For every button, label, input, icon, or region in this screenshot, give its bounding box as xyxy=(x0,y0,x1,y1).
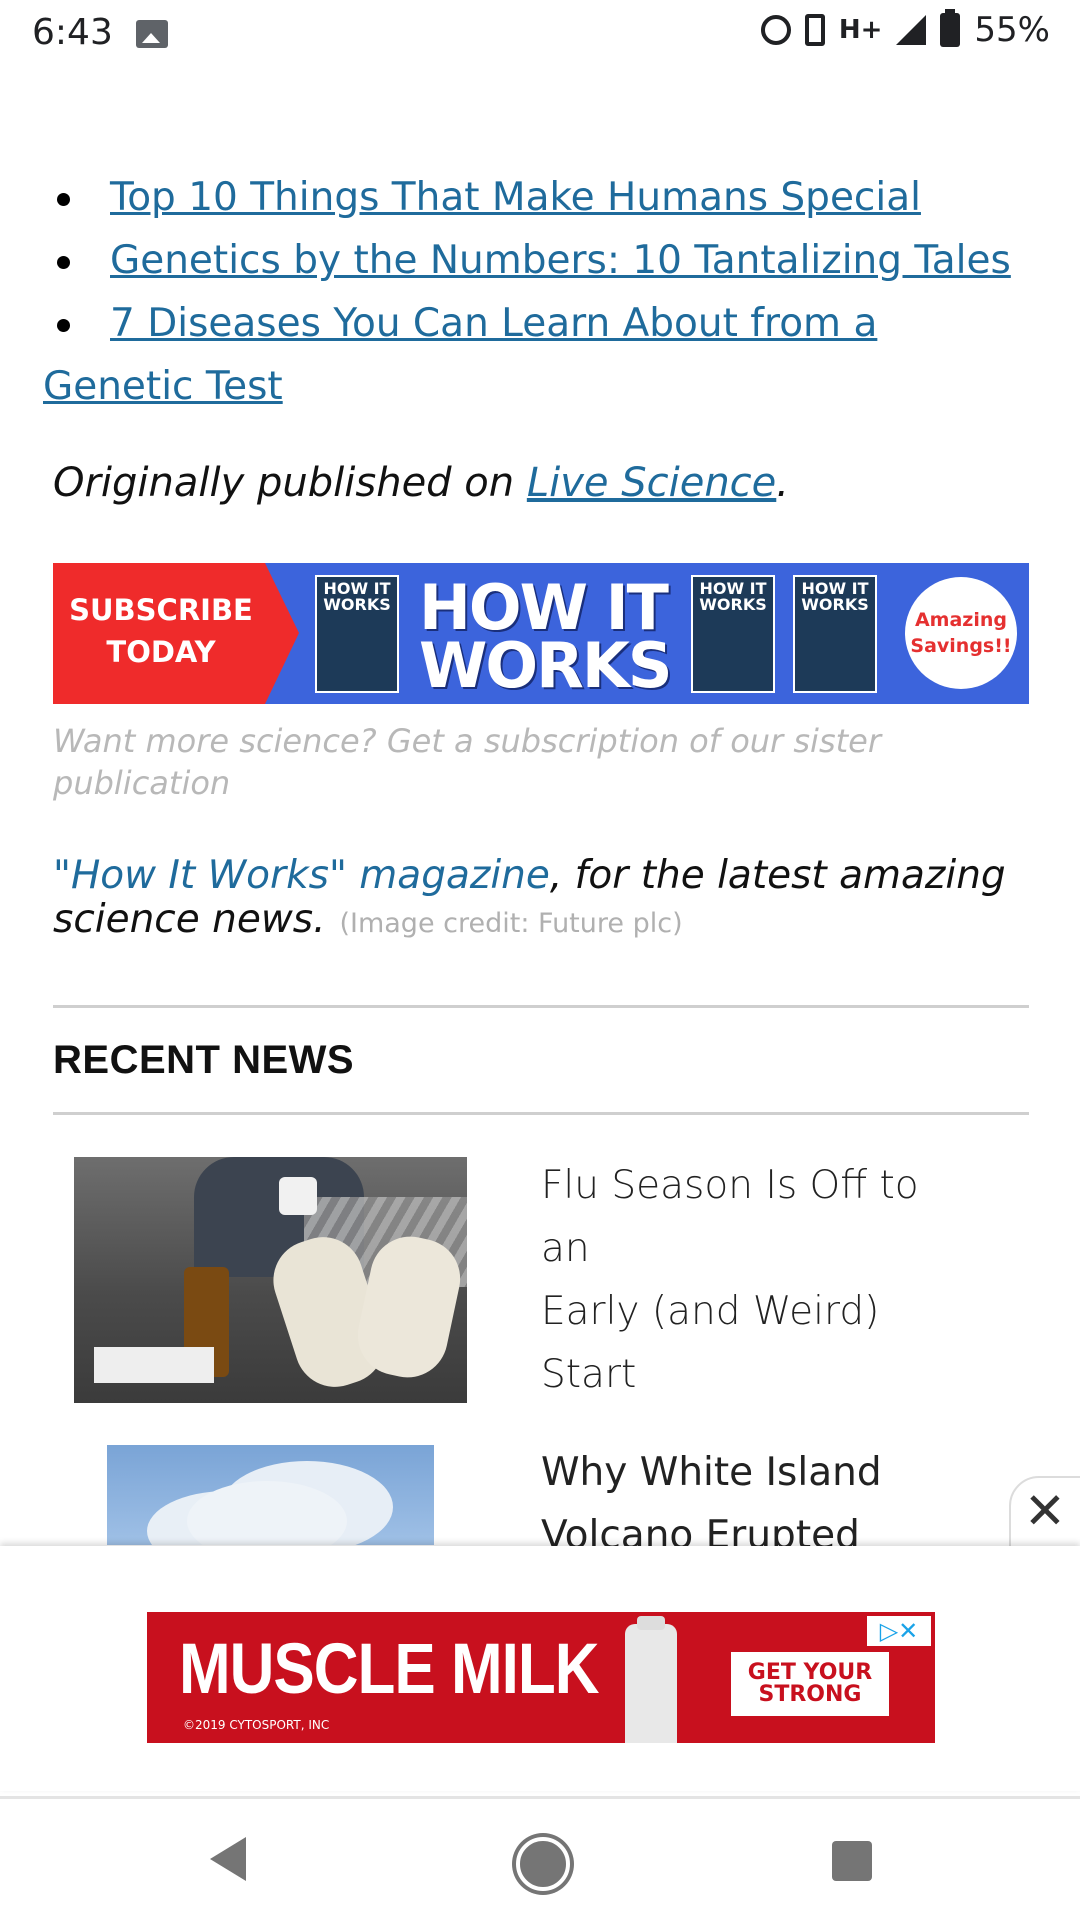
badge-line1: Amazing xyxy=(914,609,1007,631)
recents-icon[interactable] xyxy=(832,1841,872,1881)
cover-label: HOW IT WORKS xyxy=(801,579,869,614)
news-title-line: Early (and Weird) Start xyxy=(541,1289,880,1397)
divider xyxy=(53,1005,1029,1008)
magazine-cover: HOW IT WORKS xyxy=(793,575,877,693)
close-ad-button[interactable]: ✕ xyxy=(1009,1476,1080,1548)
news-title-flu[interactable]: Flu Season Is Off to an Early (and Weird… xyxy=(541,1154,971,1406)
related-links-list: Top 10 Things That Make Humans Special G… xyxy=(43,166,1029,418)
thumb-tissue xyxy=(94,1347,214,1383)
how-it-works-logo: HOW IT WORKS xyxy=(419,577,673,702)
battery-percent: 55% xyxy=(974,10,1050,50)
caption-rest2: science news. xyxy=(53,897,326,942)
alarm-icon xyxy=(760,15,791,45)
thumb-cloud xyxy=(187,1481,347,1545)
cover-label: HOW IT WORKS xyxy=(323,579,391,614)
subscribe-line2: TODAY xyxy=(106,635,216,669)
subscribe-today-label: SUBSCRIBE TODAY xyxy=(63,589,259,673)
battery-icon xyxy=(940,9,961,47)
news-title-line: Why White Island xyxy=(541,1450,882,1495)
divider xyxy=(53,1112,1029,1115)
live-science-link[interactable]: Live Science xyxy=(527,460,776,506)
caption-rest1: , for the latest amazing xyxy=(549,853,1006,898)
status-bar: 6:43 H+ 55% xyxy=(0,0,1080,66)
magazine-cover: HOW IT WORKS xyxy=(315,575,399,693)
origin-note: Originally published on Live Science. xyxy=(53,460,1029,506)
ad-small-print: ©2019 CYTOSPORT, INC xyxy=(183,1718,330,1732)
home-icon[interactable] xyxy=(516,1837,570,1891)
amazing-savings-badge: Amazing Savings!! xyxy=(905,577,1017,689)
status-icons: H+ 55% xyxy=(760,9,1050,50)
bullet-icon xyxy=(57,256,70,269)
list-item: 7 Diseases You Can Learn About from a xyxy=(53,292,1029,355)
badge-line2: Savings!! xyxy=(910,635,1012,657)
list-item-continuation: Genetic Test xyxy=(43,355,1029,418)
logo-line2: WORKS xyxy=(419,629,673,702)
ad-bottle-image xyxy=(625,1616,677,1743)
status-time: 6:43 xyxy=(32,12,113,53)
back-icon[interactable] xyxy=(210,1837,246,1881)
origin-suffix: . xyxy=(776,460,789,506)
vibrate-icon xyxy=(804,14,825,46)
origin-prefix: Originally published on xyxy=(53,460,527,506)
subscribe-banner[interactable]: SUBSCRIBE TODAY HOW IT WORKS HOW IT WORK… xyxy=(53,563,1029,704)
bullet-icon xyxy=(57,319,70,332)
flu-news-thumbnail[interactable] xyxy=(74,1157,467,1403)
list-item: Genetics by the Numbers: 10 Tantalizing … xyxy=(53,229,1029,292)
related-link-diseases-cont[interactable]: Genetic Test xyxy=(43,364,283,409)
related-link-diseases[interactable]: 7 Diseases You Can Learn About from a xyxy=(110,301,877,346)
network-type: H+ xyxy=(838,15,883,45)
caption-line2: publication xyxy=(53,764,231,802)
image-notification-icon xyxy=(136,20,168,48)
system-nav-bar xyxy=(0,1796,1080,1923)
cover-label: HOW IT WORKS xyxy=(699,579,767,614)
banner-arrow xyxy=(265,563,299,704)
subscribe-line1: SUBSCRIBE xyxy=(69,593,253,627)
image-credit: (Image credit: Future plc) xyxy=(339,908,683,939)
ad-cta-button[interactable]: GET YOUR STRONG xyxy=(731,1652,889,1716)
magazine-caption: "How It Works" magazine, for the latest … xyxy=(53,854,1033,946)
signal-icon xyxy=(896,15,927,45)
news-title-line: Flu Season Is Off to an xyxy=(541,1163,919,1271)
recent-news-heading: RECENT NEWS xyxy=(53,1038,355,1082)
related-link-genetics-numbers[interactable]: Genetics by the Numbers: 10 Tantalizing … xyxy=(110,238,1011,283)
magazine-cover: HOW IT WORKS xyxy=(691,575,775,693)
list-item: Top 10 Things That Make Humans Special xyxy=(53,166,1029,229)
thumb-mug xyxy=(279,1177,317,1215)
caption-line1: Want more science? Get a subscription of… xyxy=(53,722,881,760)
adchoices-icon[interactable]: ▷✕ xyxy=(867,1616,931,1646)
bullet-icon xyxy=(57,193,70,206)
cta-line2: STRONG xyxy=(758,1682,862,1707)
banner-caption: Want more science? Get a subscription of… xyxy=(53,720,983,804)
related-link-humans-special[interactable]: Top 10 Things That Make Humans Special xyxy=(110,175,921,220)
muscle-milk-ad[interactable]: MUSCLE MILK ©2019 CYTOSPORT, INC GET YOU… xyxy=(147,1612,935,1743)
ad-brand: MUSCLE MILK xyxy=(179,1629,600,1710)
how-it-works-link[interactable]: "How It Works" magazine xyxy=(53,853,550,898)
volcano-news-thumbnail[interactable] xyxy=(107,1445,434,1545)
cta-line1: GET YOUR xyxy=(747,1660,873,1685)
article-content: Top 10 Things That Make Humans Special G… xyxy=(43,90,1029,506)
